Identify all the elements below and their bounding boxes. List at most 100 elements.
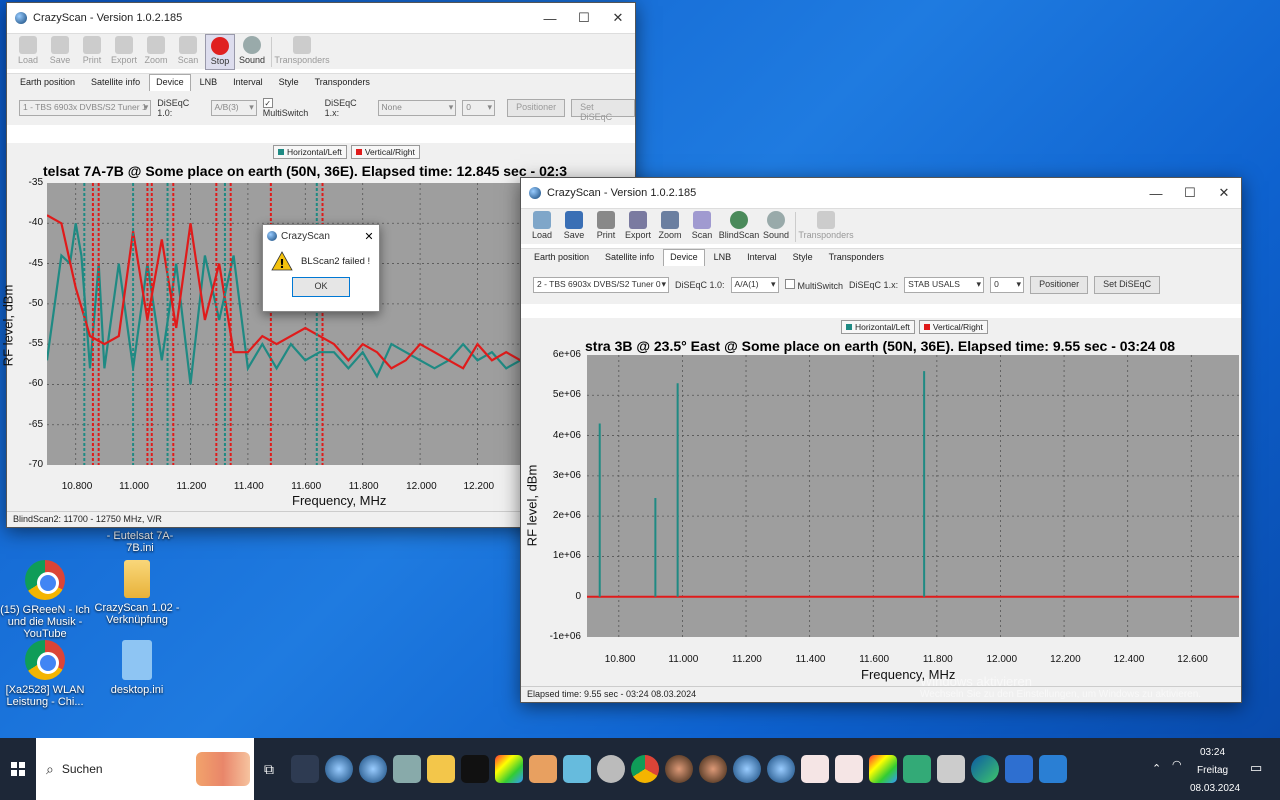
taskbar-app-icon[interactable] xyxy=(359,755,387,783)
save-button[interactable]: Save xyxy=(45,34,75,70)
store-icon[interactable] xyxy=(1005,755,1033,783)
taskbar-app-icon[interactable] xyxy=(767,755,795,783)
set-diseqc-button[interactable]: Set DiSEqC xyxy=(571,99,635,122)
wifi-icon[interactable]: ◠ xyxy=(1172,758,1182,771)
position-spinner[interactable]: 0 xyxy=(462,100,496,116)
search-box[interactable]: ⌕ Suchen xyxy=(36,738,254,800)
tab-earth-position[interactable]: Earth position xyxy=(13,74,82,91)
positioner-button[interactable]: Positioner xyxy=(507,99,566,117)
print-button[interactable]: Print xyxy=(591,209,621,245)
chrome-icon[interactable] xyxy=(631,755,659,783)
edge-icon[interactable] xyxy=(971,755,999,783)
multiswitch-checkbox[interactable]: ✓MultiSwitch xyxy=(262,98,319,118)
tab-interval[interactable]: Interval xyxy=(740,249,784,266)
taskbar-app-icon[interactable] xyxy=(461,755,489,783)
taskbar-app-icon[interactable] xyxy=(529,755,557,783)
legend-horizontal[interactable]: Horizontal/Left xyxy=(273,145,347,159)
save-button[interactable]: Save xyxy=(559,209,589,245)
tab-satellite-info[interactable]: Satellite info xyxy=(598,249,661,266)
tab-style[interactable]: Style xyxy=(272,74,306,91)
diseqc1x-select[interactable]: None xyxy=(377,100,457,116)
taskbar-app-icon[interactable] xyxy=(903,755,931,783)
print-button[interactable]: Print xyxy=(77,34,107,70)
load-button[interactable]: Load xyxy=(13,34,43,70)
stop-button[interactable]: Stop xyxy=(205,34,235,70)
transponders-button[interactable]: Transponders xyxy=(274,34,330,70)
multiswitch-checkbox[interactable]: MultiSwitch xyxy=(784,279,843,291)
set-diseqc-button[interactable]: Set DiSEqC xyxy=(1094,276,1161,294)
diseqc10-select[interactable]: A/A(1) xyxy=(730,277,779,293)
folder-icon xyxy=(19,36,37,54)
chevron-up-icon[interactable]: ⌃ xyxy=(1152,762,1161,775)
tab-transponders[interactable]: Transponders xyxy=(822,249,891,266)
zoom-button[interactable]: Zoom xyxy=(141,34,171,70)
tab-device[interactable]: Device xyxy=(149,74,191,91)
taskbar-app-icon[interactable] xyxy=(801,755,829,783)
desktop-icon-desktop-ini[interactable]: desktop.ini xyxy=(92,640,182,696)
load-button[interactable]: Load xyxy=(527,209,557,245)
desktop-icon-chrome-wlan[interactable]: [Xa2528] WLAN Leistung - Chi... xyxy=(0,640,90,708)
sound-button[interactable]: Sound xyxy=(237,34,267,70)
diseqc1x-select[interactable]: STAB USALS xyxy=(904,277,985,293)
taskbar-app-icon[interactable] xyxy=(393,755,421,783)
legend-horizontal[interactable]: Horizontal/Left xyxy=(841,320,915,334)
transponders-button[interactable]: Transponders xyxy=(798,209,854,245)
tuner-select[interactable]: 1 - TBS 6903x DVBS/S2 Tuner 1 xyxy=(19,100,152,116)
maximize-icon[interactable]: ☐ xyxy=(567,3,601,33)
taskbar-app-icon[interactable] xyxy=(291,755,319,783)
tab-device[interactable]: Device xyxy=(663,249,705,266)
minimize-icon[interactable]: — xyxy=(1139,178,1173,208)
scan-button[interactable]: Scan xyxy=(687,209,717,245)
clock-day[interactable]: Freitag xyxy=(1197,765,1228,776)
blindscan-button[interactable]: BlindScan xyxy=(719,209,759,245)
taskbar-app-icon[interactable] xyxy=(665,755,693,783)
diseqc10-select[interactable]: A/B(3) xyxy=(210,100,257,116)
tab-earth-position[interactable]: Earth position xyxy=(527,249,596,266)
export-button[interactable]: Export xyxy=(623,209,653,245)
maximize-icon[interactable]: ☐ xyxy=(1173,178,1207,208)
taskbar-app-icon[interactable] xyxy=(835,755,863,783)
tab-lnb[interactable]: LNB xyxy=(193,74,225,91)
legend-vertical[interactable]: Vertical/Right xyxy=(350,145,420,159)
zoom-button[interactable]: Zoom xyxy=(655,209,685,245)
tab-transponders[interactable]: Transponders xyxy=(308,74,377,91)
tab-satellite-info[interactable]: Satellite info xyxy=(84,74,147,91)
legend-vertical[interactable]: Vertical/Right xyxy=(918,320,988,334)
export-button[interactable]: Export xyxy=(109,34,139,70)
clock-date[interactable]: 08.03.2024 xyxy=(1190,783,1240,794)
clock-time[interactable]: 03:24 xyxy=(1200,747,1225,758)
x-tick-label: 11.400 xyxy=(233,481,264,492)
taskbar-app-icon[interactable] xyxy=(495,755,523,783)
sound-button[interactable]: Sound xyxy=(761,209,791,245)
mail-icon[interactable] xyxy=(1039,755,1067,783)
taskbar-app-icon[interactable] xyxy=(869,755,897,783)
tuner-select[interactable]: 2 - TBS 6903x DVBS/S2 Tuner 0 xyxy=(533,277,669,293)
position-spinner[interactable]: 0 xyxy=(990,277,1025,293)
close-icon[interactable]: ✕ xyxy=(359,230,379,243)
desktop-icon-crazyscan[interactable]: CrazyScan 1.02 - Verknüpfung xyxy=(92,560,182,626)
scan-button[interactable]: Scan xyxy=(173,34,203,70)
tab-style[interactable]: Style xyxy=(786,249,820,266)
close-icon[interactable]: ✕ xyxy=(601,3,635,33)
minimize-icon[interactable]: — xyxy=(533,3,567,33)
positioner-button[interactable]: Positioner xyxy=(1030,276,1089,294)
taskbar-app-icon[interactable] xyxy=(563,755,591,783)
plot-area[interactable] xyxy=(587,355,1239,637)
taskbar-app-icon[interactable] xyxy=(699,755,727,783)
tab-interval[interactable]: Interval xyxy=(226,74,270,91)
taskbar-app-icon[interactable] xyxy=(937,755,965,783)
desktop-icon-file-eutelsat[interactable]: - Eutelsat 7A-7B.ini xyxy=(95,530,185,554)
taskbar-app-icon[interactable] xyxy=(733,755,761,783)
tab-lnb[interactable]: LNB xyxy=(707,249,739,266)
start-button[interactable] xyxy=(0,738,36,800)
close-icon[interactable]: ✕ xyxy=(1207,178,1241,208)
task-view-icon[interactable]: ⧉ xyxy=(264,761,274,778)
scan-label: Scan xyxy=(177,55,199,65)
taskbar-app-icon[interactable] xyxy=(597,755,625,783)
notification-icon[interactable]: ▭ xyxy=(1250,760,1262,776)
desktop-icon-chrome-youtube[interactable]: (15) GReeeN - Ich und die Musik - YouTub… xyxy=(0,560,90,640)
taskbar-app-icon[interactable] xyxy=(325,755,353,783)
floppy-icon xyxy=(565,211,583,229)
file-explorer-icon[interactable] xyxy=(427,755,455,783)
ok-button[interactable]: OK xyxy=(292,277,350,297)
